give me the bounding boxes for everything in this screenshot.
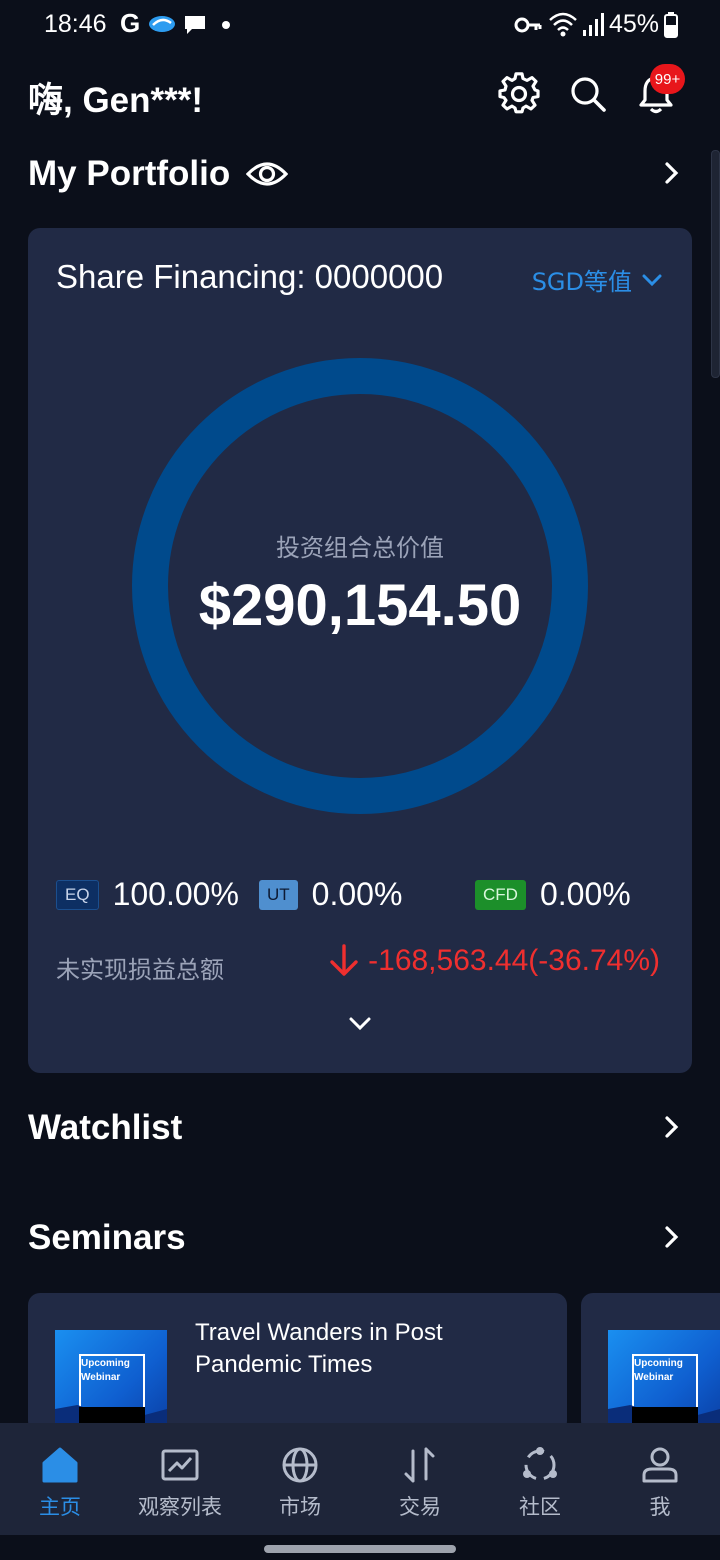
portfolio-title: My Portfolio bbox=[28, 154, 231, 193]
nav-watchlist[interactable]: 观察列表 bbox=[120, 1423, 240, 1535]
cfd-percent: 0.00% bbox=[539, 876, 631, 912]
nav-home[interactable]: 主页 bbox=[0, 1423, 120, 1535]
total-value-label: 投资组合总价值 bbox=[276, 534, 444, 562]
cfd-tag: CFD bbox=[475, 879, 526, 910]
nav-community-label: 社区 bbox=[519, 1495, 561, 1519]
ut-tag: UT bbox=[259, 879, 298, 910]
chart-icon bbox=[161, 1449, 199, 1481]
notification-dot-icon bbox=[222, 21, 230, 29]
thumbnail-band bbox=[632, 1407, 698, 1423]
expand-chevron-down-icon[interactable] bbox=[348, 1014, 372, 1034]
wifi-icon bbox=[549, 12, 577, 37]
account-name: Share Financing: 0000000 bbox=[56, 258, 444, 295]
thumbnail-band bbox=[79, 1407, 145, 1423]
nav-watchlist-label: 观察列表 bbox=[138, 1495, 222, 1519]
allocation-ut: UT 0.00% bbox=[259, 876, 402, 913]
search-icon[interactable] bbox=[566, 72, 610, 116]
seminar-title: Travel Wanders in Post Pandemic Times bbox=[195, 1319, 443, 1378]
seminar-card[interactable]: Upcoming Webinar bbox=[581, 1293, 720, 1433]
thumbnail-text: Upcoming Webinar bbox=[634, 1358, 683, 1383]
eq-percent: 100.00% bbox=[112, 876, 239, 912]
settings-gear-icon[interactable] bbox=[497, 72, 541, 116]
ut-percent: 0.00% bbox=[311, 876, 403, 912]
message-icon bbox=[185, 16, 205, 34]
notification-badge: 99+ bbox=[650, 64, 685, 94]
watchlist-title: Watchlist bbox=[28, 1108, 183, 1147]
seminars-chevron-right-icon[interactable] bbox=[660, 1224, 682, 1250]
battery-icon bbox=[664, 12, 678, 38]
eq-tag: EQ bbox=[56, 879, 99, 910]
signal-icon bbox=[583, 13, 604, 36]
unrealized-pnl-label: 未实现损益总额 bbox=[56, 956, 224, 984]
nav-profile[interactable]: 我 bbox=[600, 1423, 720, 1535]
status-bar: 18:46 G 45% bbox=[0, 0, 720, 56]
unrealized-pnl-value: -168,563.44(-36.74%) bbox=[368, 944, 660, 977]
chevron-down-icon bbox=[642, 274, 662, 286]
home-icon bbox=[42, 1447, 78, 1483]
seminar-card[interactable]: Upcoming Webinar Travel Wanders in Post … bbox=[28, 1293, 567, 1433]
nav-community[interactable]: 社区 bbox=[480, 1423, 600, 1535]
nav-market-label: 市场 bbox=[279, 1495, 321, 1519]
greeting-title: 嗨, Gen***! bbox=[28, 81, 204, 120]
unrealized-pnl: -168,563.44(-36.74%) bbox=[328, 944, 660, 978]
globe-icon bbox=[282, 1447, 318, 1483]
thumbnail-text: Upcoming Webinar bbox=[81, 1358, 130, 1383]
down-arrow-icon bbox=[330, 944, 358, 976]
watchlist-chevron-right-icon[interactable] bbox=[660, 1114, 682, 1140]
community-icon bbox=[523, 1447, 557, 1481]
nav-market[interactable]: 市场 bbox=[240, 1423, 360, 1535]
seminars-title: Seminars bbox=[28, 1218, 186, 1257]
scrollbar[interactable] bbox=[711, 150, 720, 378]
seminar-thumbnail: Upcoming Webinar bbox=[608, 1330, 720, 1433]
seminar-thumbnail: Upcoming Webinar bbox=[55, 1330, 167, 1433]
total-value: $290,154.50 bbox=[198, 573, 522, 638]
app-notification-icon bbox=[149, 16, 175, 32]
vpn-key-icon bbox=[514, 17, 542, 33]
nav-trade-label: 交易 bbox=[399, 1495, 441, 1519]
nav-profile-label: 我 bbox=[649, 1495, 671, 1519]
nav-home-label: 主页 bbox=[39, 1495, 81, 1519]
battery-percent: 45% bbox=[609, 10, 660, 38]
home-indicator[interactable] bbox=[264, 1545, 456, 1553]
status-time: 18:46 bbox=[44, 10, 107, 38]
allocation-cfd: CFD 0.00% bbox=[475, 876, 631, 913]
currency-selector[interactable]: SGD等值 bbox=[532, 262, 662, 297]
trade-arrows-icon bbox=[404, 1447, 435, 1483]
bottom-navigation: 主页 观察列表 市场 交易 社区 我 bbox=[0, 1423, 720, 1535]
portfolio-chevron-right-icon[interactable] bbox=[660, 160, 682, 186]
eye-visibility-icon[interactable] bbox=[246, 156, 288, 192]
allocation-eq: EQ 100.00% bbox=[56, 876, 239, 913]
profile-icon bbox=[642, 1447, 678, 1483]
nav-trade[interactable]: 交易 bbox=[360, 1423, 480, 1535]
currency-label: SGD等值 bbox=[531, 268, 632, 296]
portfolio-card: Share Financing: 0000000 SGD等值 投资组合总价值 $… bbox=[28, 228, 692, 1073]
google-icon: G bbox=[120, 8, 141, 38]
